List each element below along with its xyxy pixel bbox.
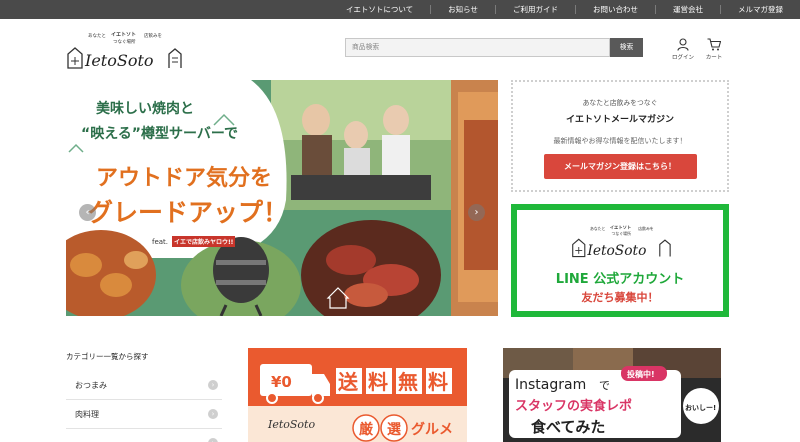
svg-text:食べてみた: 食べてみた [531,418,605,436]
hero-next-arrow[interactable]: › [468,204,485,221]
svg-text:つなぐ場所: つなぐ場所 [612,231,631,236]
newsletter-title: イエトソトメールマガジン [566,115,674,125]
svg-text:で: で [599,379,610,392]
topnav-contact-link[interactable]: お問い合わせ [575,5,655,14]
svg-text:店飲みを: 店飲みを [144,32,162,39]
svg-text:IetoSoto: IetoSoto [84,51,154,70]
svg-text:あなたと: あなたと [88,32,106,39]
svg-text:厳: 厳 [359,421,374,438]
cart-label: カート [705,55,723,61]
svg-text:Instagram: Instagram [515,377,586,393]
instagram-banner[interactable]: Instagram で 投稿中! スタッフの実食レポ 食べてみた おいしー! [503,348,721,442]
newsletter-description: 最新情報やお得な情報を配信いたします！ [553,137,687,145]
search-input[interactable]: 商品検索 [345,38,610,57]
svg-text:おいしー!: おいしー! [685,403,716,412]
newsletter-subtitle: あなたと店飲みをつなぐ [582,99,658,107]
category-item-otsumami[interactable]: おつまみ › [66,371,222,400]
svg-text:スタッフの実食レポ: スタッフの実食レポ [515,398,632,414]
svg-text:IetoSoto: IetoSoto [586,243,646,259]
svg-text:選: 選 [387,422,401,438]
search-bar: 商品検索 検索 [345,38,643,57]
line-banner-title: LINE 公式アカウント [555,272,685,287]
instagram-artwork: Instagram で 投稿中! スタッフの実食レポ 食べてみた おいしー! [503,348,721,442]
svg-text:つなぐ場所: つなぐ場所 [113,38,136,45]
hero-prev-arrow[interactable]: ‹ [79,204,96,221]
svg-text:店飲みを: 店飲みを [638,226,654,231]
svg-text:投稿中!: 投稿中! [627,369,655,379]
logo-mark: あなたと イエトソト 店飲みを つなぐ場所 IetoSoto [67,32,182,70]
user-icon [677,38,689,51]
svg-text:イエトソト: イエトソト [111,32,136,38]
cart-icon [707,38,721,51]
category-item-label: おつまみ [75,381,107,390]
hero-line2: “映える”樽型サーバーで [81,126,239,142]
hero-feat-label: feat. [152,238,169,246]
newsletter-signup-button[interactable]: メールマガジン登録はこちら！ [543,154,697,179]
newsletter-panel: あなたと店飲みをつなぐ イエトソトメールマガジン 最新情報やお得な情報を配信いた… [511,80,729,192]
category-item-partial[interactable]: › [66,429,222,442]
chevron-right-icon: › [208,438,218,442]
line-account-banner[interactable]: あなたと イエトソト 店飲みを つなぐ場所 IetoSoto LINE 公式アカ… [511,204,729,317]
hero-line4: グレードアップ！ [88,198,289,227]
free-shipping-artwork: ¥0 送料無料 IetoSoto 厳 選 グルメ [248,348,467,442]
svg-text:IetoSoto: IetoSoto [267,418,315,431]
hero-line3: アウトドア気分を [96,166,273,191]
svg-text:あなたと: あなたと [590,226,606,231]
topnav-news-link[interactable]: お知らせ [430,5,495,14]
line-banner-subtitle: 友だち募集中！ [581,291,659,304]
topnav-company-link[interactable]: 運営会社 [655,5,720,14]
category-section-title: カテゴリー一覧から探す [66,352,149,361]
topnav-about-link[interactable]: イエトソトについて [329,5,430,14]
top-nav: イエトソトについて お知らせ ご利用ガイド お問い合わせ 運営会社 メルマガ登録 [329,0,800,19]
svg-text:グルメ: グルメ [411,421,453,438]
login-button[interactable]: ログイン [670,38,696,61]
chevron-right-icon: › [208,380,218,390]
search-button[interactable]: 検索 [610,38,643,57]
topnav-newsletter-link[interactable]: メルマガ登録 [720,5,800,14]
category-list: おつまみ › 肉料理 › › [66,371,222,442]
hero-banner[interactable]: 美味しい焼肉と “映える”樽型サーバーで アウトドア気分を グレードアップ！ f… [66,80,498,316]
svg-text:送料無料: 送料無料 [338,370,458,394]
chevron-right-icon: › [208,409,218,419]
hero-feat-brand: イエで店飲みヤロウ!! [172,236,236,247]
svg-text:イエトソト: イエトソト [610,225,631,231]
cart-button[interactable]: カート [701,38,727,61]
login-label: ログイン [671,55,694,61]
site-logo[interactable]: あなたと イエトソト 店飲みを つなぐ場所 IetoSoto [66,28,182,72]
free-shipping-banner[interactable]: ¥0 送料無料 IetoSoto 厳 選 グルメ [248,348,467,442]
line-banner-logo: あなたと イエトソト 店飲みを つなぐ場所 IetoSoto [572,225,671,259]
hero-line1: 美味しい焼肉と [96,101,194,117]
top-utility-bar: イエトソトについて お知らせ ご利用ガイド お問い合わせ 運営会社 メルマガ登録 [0,0,800,19]
topnav-guide-link[interactable]: ご利用ガイド [495,5,575,14]
category-item-meat[interactable]: 肉料理 › [66,400,222,429]
category-item-label: 肉料理 [75,410,99,419]
svg-text:¥0: ¥0 [271,373,292,391]
